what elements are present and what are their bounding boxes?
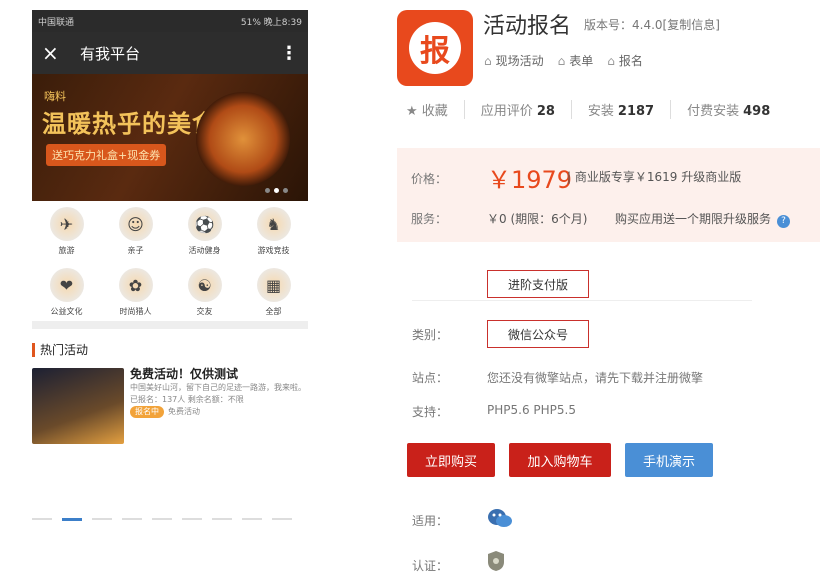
price-value: ￥1979 <box>487 166 573 194</box>
app-tags: 现场活动 表单 报名 <box>484 52 643 69</box>
site-label: 站点： <box>412 371 449 385</box>
carrier: 中国联通 <box>38 17 75 28</box>
phone-preview: 中国联通 51% 晚上8:39 × 有我平台 ⋮ 嗨料 温暖热乎的美食 送巧克力… <box>32 10 308 521</box>
cert-label: 认证： <box>412 559 449 573</box>
charity-icon: ❤ <box>49 268 84 302</box>
price-box: 价格： ￥1979 | 商业版专享￥1619 升级商业版 服务： ￥0 (期限：… <box>397 148 820 242</box>
app-logo: 报 <box>397 10 473 86</box>
divider <box>412 300 752 301</box>
activity-card[interactable]: 免费活动！仅供测试 中国美好山河，留下自己的足迹一路游，我来啦。 已报名：137… <box>32 368 308 444</box>
status-badge: 报名中 <box>130 406 164 418</box>
option-advanced-pay[interactable]: 进阶支付版 <box>487 270 589 298</box>
category-label: 类别： <box>412 328 449 342</box>
category-social[interactable]: ☯ 交友 <box>170 268 239 317</box>
buy-now-button[interactable]: 立即购买 <box>407 443 495 477</box>
app-title: 活动报名 <box>483 14 572 39</box>
business-price-link[interactable]: | 商业版专享￥1619 升级商业版 <box>567 168 741 185</box>
collect-button[interactable]: ★ 收藏 <box>406 100 464 119</box>
support-value: PHP5.6 PHP5.5 <box>487 403 576 417</box>
service-note: 购买应用送一个期限升级服务? <box>615 210 791 228</box>
games-icon: ♞ <box>256 207 291 241</box>
tag-live[interactable]: 现场活动 <box>484 52 544 69</box>
screenshot-pager[interactable] <box>32 518 308 521</box>
apply-label: 适用： <box>412 514 449 528</box>
service-label: 服务： <box>411 212 448 226</box>
app-stats: ★ 收藏 应用评价 28 安装 2187 付费安装 498 <box>406 100 786 119</box>
tag-form[interactable]: 表单 <box>558 52 593 69</box>
category-grid: ✈ 旅游 ☺ 亲子 ⚽ 活动健身 ♞ 游戏竞技 ❤ 公益文化 ✿ 时尚猎人 ☯ 交友 ▦ 全部 <box>32 201 308 329</box>
page: 中国联通 51% 晚上8:39 × 有我平台 ⋮ 嗨料 温暖热乎的美食 送巧克力… <box>0 0 822 578</box>
more-icon[interactable]: ⋮ <box>280 43 298 64</box>
banner-pill: 送巧克力礼盒+现金券 <box>46 144 167 166</box>
phone-title: 有我平台 <box>80 44 141 63</box>
activity-meta: 已报名：137人 剩余名额：不限 <box>130 395 244 404</box>
category-charity[interactable]: ❤ 公益文化 <box>32 268 101 317</box>
rating-stat: 应用评价 28 <box>463 100 571 119</box>
category-fashion[interactable]: ✿ 时尚猎人 <box>101 268 170 317</box>
promo-banner[interactable]: 嗨料 温暖热乎的美食 送巧克力礼盒+现金券 <box>32 74 308 201</box>
site-value[interactable]: 您还没有微擎站点，请先下载并注册微擎 <box>487 369 703 386</box>
activity-title: 免费活动！仅供测试 <box>130 367 239 381</box>
category-fitness[interactable]: ⚽ 活动健身 <box>170 207 239 256</box>
phone-appbar: × 有我平台 ⋮ <box>32 32 308 74</box>
service-value: ￥0 (期限：6个月) <box>487 212 588 226</box>
mobile-demo-button[interactable]: 手机演示 <box>625 443 713 477</box>
status-bar: 中国联通 51% 晚上8:39 <box>32 10 308 32</box>
shield-icon <box>487 550 505 572</box>
support-label: 支持： <box>412 405 449 419</box>
grid-icon: ▦ <box>256 268 291 302</box>
option-wechat-account[interactable]: 微信公众号 <box>487 320 589 348</box>
fashion-icon: ✿ <box>118 268 153 302</box>
hot-section-title: 热门活动 <box>32 341 308 358</box>
food-bowl-image <box>196 92 290 186</box>
help-icon[interactable]: ? <box>777 215 791 228</box>
banner-top: 嗨料 <box>44 90 66 103</box>
activity-desc: 中国美好山河，留下自己的足迹一路游，我来啦。 <box>130 383 306 392</box>
carousel-dots <box>265 188 288 193</box>
category-games[interactable]: ♞ 游戏竞技 <box>239 207 308 256</box>
version-info[interactable]: 版本号：4.4.0[复制信息] <box>584 16 720 33</box>
add-to-cart-button[interactable]: 加入购物车 <box>509 443 611 477</box>
category-all[interactable]: ▦ 全部 <box>239 268 308 317</box>
family-icon: ☺ <box>118 207 153 241</box>
activity-thumbnail <box>32 368 124 444</box>
clock: 51% 晚上8:39 <box>240 17 302 28</box>
banner-headline: 温暖热乎的美食 <box>42 110 217 138</box>
tag-signup[interactable]: 报名 <box>607 52 643 69</box>
travel-icon: ✈ <box>49 207 84 241</box>
price-label: 价格： <box>411 172 448 186</box>
paid-stat: 付费安装 498 <box>670 100 786 119</box>
category-travel[interactable]: ✈ 旅游 <box>32 207 101 256</box>
install-stat: 安装 2187 <box>570 100 670 119</box>
fitness-icon: ⚽ <box>187 207 222 241</box>
section-marker <box>32 342 35 357</box>
category-family[interactable]: ☺ 亲子 <box>101 207 170 256</box>
social-icon: ☯ <box>187 268 222 302</box>
wechat-icon <box>487 508 513 528</box>
close-icon[interactable]: × <box>42 41 72 65</box>
free-label: 免费活动 <box>168 407 200 416</box>
